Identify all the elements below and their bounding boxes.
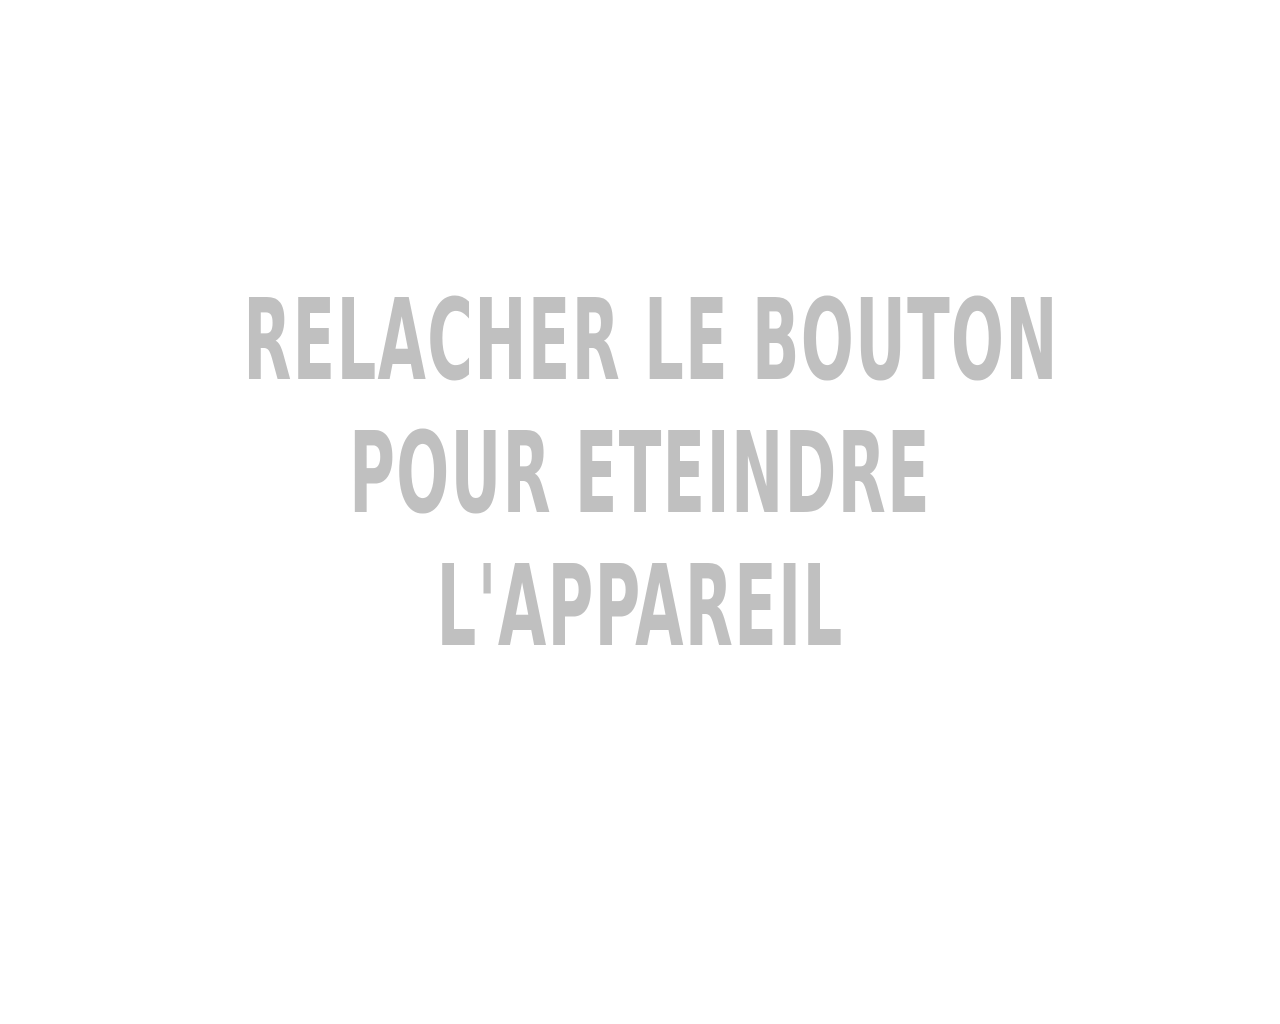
- power-off-message: RELACHER LE BOUTON POUR ETEINDRE L'APPAR…: [0, 275, 1280, 674]
- message-line-1: RELACHER LE BOUTON: [243, 276, 1059, 406]
- message-line-2: POUR ETEINDRE: [349, 409, 931, 539]
- message-line-3: L'APPAREIL: [436, 542, 844, 672]
- power-off-screen: RELACHER LE BOUTON POUR ETEINDRE L'APPAR…: [0, 0, 1280, 1024]
